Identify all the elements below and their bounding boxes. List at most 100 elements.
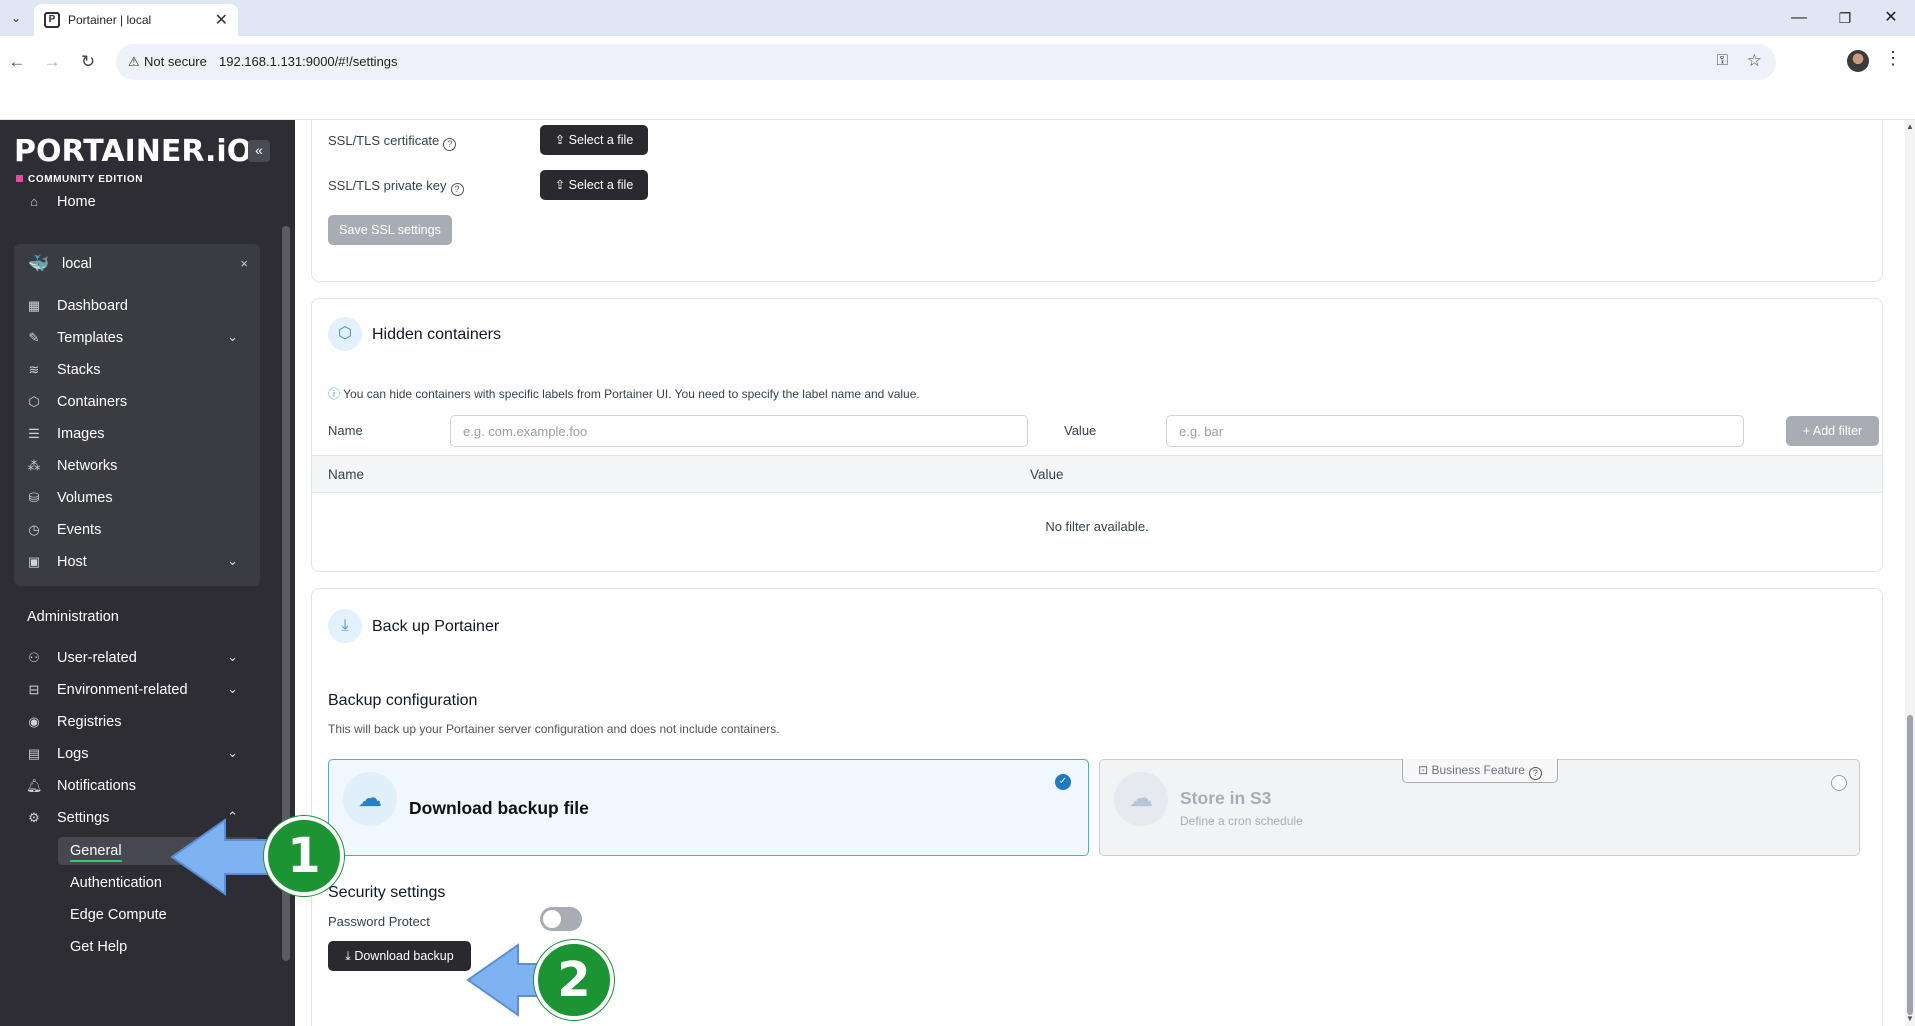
users-icon: ⚇ [28,650,40,665]
window-close-button[interactable]: ✕ [1876,6,1906,30]
sidebar-item-host[interactable]: ▣ Host ⌄ [0,547,260,579]
label-value-input[interactable] [1166,415,1744,447]
administration-heading: Administration [27,609,119,625]
main-scrollbar-thumb[interactable] [1907,715,1913,1015]
download-backup-button[interactable]: ⤓ Download backup [328,941,471,971]
environment-name: local [62,256,92,272]
hard-drive-icon: ⊟ [28,682,40,697]
backup-configuration-title: Backup configuration [328,692,478,709]
profile-avatar[interactable] [1847,50,1869,72]
browser-menu-icon[interactable]: ⋮ [1884,48,1902,69]
browser-tab[interactable]: P Portainer | local ✕ [34,4,238,36]
sidebar-item-dashboard[interactable]: ▦ Dashboard [0,291,260,323]
sidebar-item-environment-related[interactable]: ⊟ Environment-related ⌄ [0,675,260,707]
sidebar-subitem-edge-compute[interactable]: Edge Compute [58,901,258,929]
add-filter-button[interactable]: + Add filter [1786,416,1879,446]
tab-search-icon[interactable]: ⌄ [4,6,28,30]
column-name[interactable]: Name [328,467,364,482]
sidebar-item-settings[interactable]: ⚙ Settings ⌃ [0,803,260,835]
window-minimize-button[interactable]: — [1784,6,1814,30]
ssl-settings-card: SSL/TLS certificate? ⇪ Select a file SSL… [311,120,1883,282]
sidebar-item-home[interactable]: ⌂ Home [0,194,260,214]
portainer-favicon-icon: P [44,12,60,28]
sidebar-item-notifications[interactable]: 🔔︎ Notifications [0,771,260,803]
scroll-down-icon[interactable]: ▼ [1906,1014,1914,1023]
select-cert-file-button[interactable]: ⇪ Select a file [540,125,648,155]
password-key-icon[interactable]: ⚿ [1717,52,1728,69]
sidebar-subitem-general[interactable]: General [58,837,258,865]
log-file-icon: ▤ [27,746,41,761]
step-1-badge: 1 [264,816,344,896]
radio-unselected[interactable] [1831,775,1847,791]
backup-configuration-desc: This will back up your Portainer server … [328,722,780,736]
sidebar-item-registries[interactable]: ◉ Registries [0,707,260,739]
sidebar-item-user-related[interactable]: ⚇ User-related ⌄ [0,643,260,675]
environment-close-icon[interactable]: × [240,256,248,271]
upload-icon: ⇪ [554,133,566,147]
docker-icon: 🐳 [28,254,50,273]
bookmark-star-icon[interactable]: ☆ [1747,51,1762,71]
sidebar-item-volumes[interactable]: ⛁ Volumes [0,483,260,515]
not-secure-warning-icon[interactable]: ⚠ [128,54,140,70]
backup-title: Back up Portainer [372,618,500,635]
portainer-logo[interactable]: PORTAINER.iO [14,134,252,169]
password-protect-toggle[interactable] [540,907,582,931]
sidebar-item-networks[interactable]: ⁂ Networks [0,451,260,483]
sidebar-subitem-authentication[interactable]: Authentication [58,869,258,897]
store-in-s3-option[interactable]: ☁ Store in S3 Define a cron schedule ⊡ B… [1099,759,1860,856]
not-secure-label[interactable]: Not secure [144,54,207,69]
info-icon: ⓘ [328,387,341,401]
box-icon: ⬡ [328,317,362,351]
business-feature-badge: ⊡ Business Feature? [1402,759,1558,783]
step-2-badge: 2 [534,940,614,1020]
download-backup-option[interactable]: ☁ Download backup file ✓ [328,759,1089,856]
store-in-s3-sub: Define a cron schedule [1180,814,1303,828]
clock-icon: ◷ [28,522,40,537]
chevron-down-icon: ⌄ [227,681,238,696]
gear-icon: ⚙ [28,810,40,825]
network-icon: ⁂ [27,458,41,473]
browser-toolbar: ← → ↻ ⚠ Not secure 192.168.1.131:9000/#!… [0,36,1915,120]
selected-check-icon: ✓ [1055,774,1071,790]
ssl-cert-label: SSL/TLS certificate? [328,133,457,151]
url-text[interactable]: 192.168.1.131:9000/#!/settings [219,54,398,69]
filters-table-header: Name Value [312,455,1882,493]
upload-icon: ⇪ [554,178,566,192]
sidebar-item-events[interactable]: ◷ Events [0,515,260,547]
chevron-up-icon: ⌃ [227,809,238,824]
download-backup-option-label: Download backup file [409,798,589,818]
chevron-down-icon: ⌄ [227,745,238,760]
label-name-input[interactable] [450,415,1028,447]
store-in-s3-label: Store in S3 [1180,788,1272,808]
main-scrollbar[interactable]: ▲ ▼ [1905,120,1915,1026]
browser-tabstrip: ⌄ P Portainer | local ✕ — ❐ ✕ [0,0,1915,36]
window-restore-button[interactable]: ❐ [1830,6,1860,30]
sidebar-item-stacks[interactable]: ≋ Stacks [0,355,260,387]
help-icon[interactable]: ? [443,138,457,151]
download-icon: ⤓ [328,609,362,643]
column-value[interactable]: Value [1030,467,1064,482]
radio-icon: ◉ [28,714,40,729]
sidebar-item-templates[interactable]: ✎ Templates ⌄ [0,323,260,355]
download-icon: ⤓ [345,949,351,963]
sidebar-item-logs[interactable]: ▤ Logs ⌄ [0,739,260,771]
scroll-up-icon[interactable]: ▲ [1906,122,1914,131]
help-icon[interactable]: ? [1528,767,1542,780]
save-ssl-settings-button[interactable]: Save SSL settings [328,215,452,245]
chevron-down-icon: ⌄ [227,553,238,568]
tab-close-icon[interactable]: ✕ [215,10,228,30]
sidebar: PORTAINER.iO COMMUNITY EDITION « ⌂ Home … [0,120,295,1026]
forward-arrow-icon[interactable]: → [40,50,64,74]
environment-header[interactable]: 🐳 local × [14,244,260,284]
address-bar[interactable]: ⚠ Not secure 192.168.1.131:9000/#!/setti… [116,44,1776,80]
sidebar-item-containers[interactable]: ⬡ Containers [0,387,260,419]
help-icon[interactable]: ? [450,183,464,196]
reload-icon[interactable]: ↻ [76,50,100,74]
name-label: Name [328,423,363,438]
back-arrow-icon[interactable]: ← [5,50,29,74]
sidebar-item-images[interactable]: ☰ Images [0,419,260,451]
settings-main: SSL/TLS certificate? ⇪ Select a file SSL… [295,120,1905,1026]
sidebar-collapse-button[interactable]: « [248,140,270,162]
select-key-file-button[interactable]: ⇪ Select a file [540,170,648,200]
sidebar-subitem-get-help[interactable]: Get Help [58,933,258,961]
